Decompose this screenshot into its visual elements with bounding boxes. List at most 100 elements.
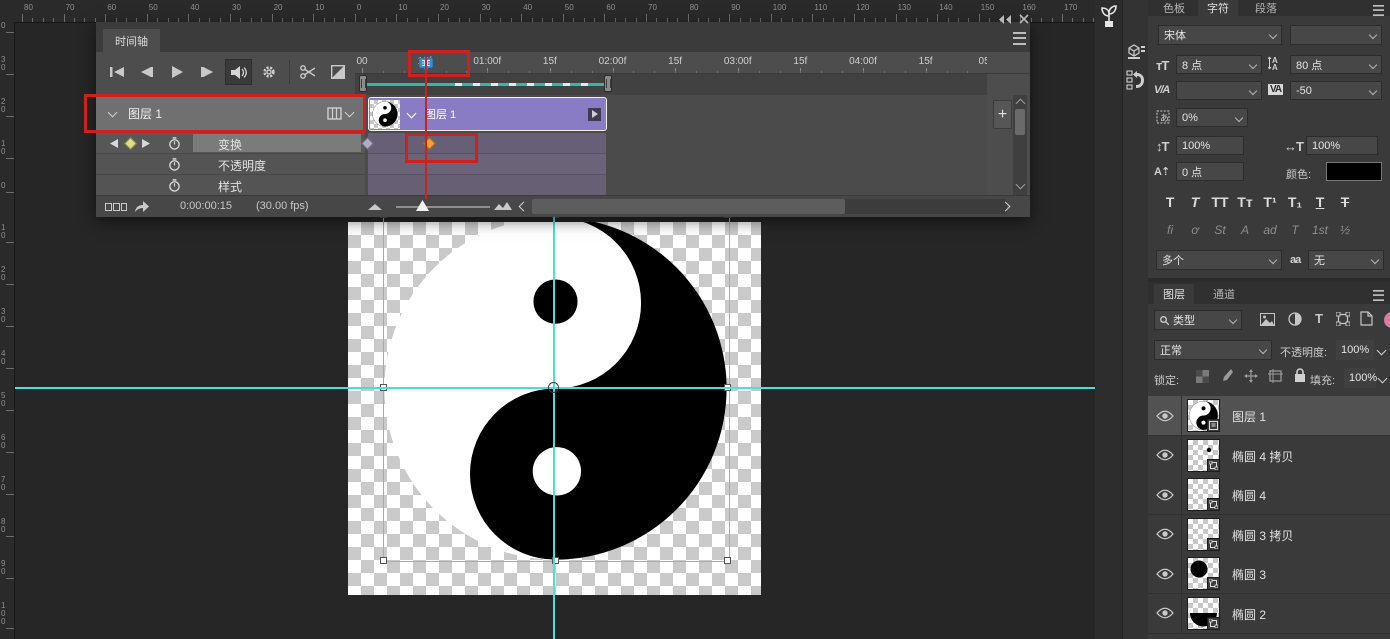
opentype-button[interactable]: T bbox=[1283, 220, 1307, 240]
tab-paragraph[interactable]: 段落 bbox=[1246, 0, 1286, 16]
split-at-playhead-scissors-icon[interactable] bbox=[295, 60, 321, 84]
anti-alias-select[interactable]: 无 bbox=[1308, 250, 1384, 270]
layer-visibility-eye-icon[interactable] bbox=[1148, 515, 1182, 554]
fill-field[interactable]: 100% bbox=[1344, 368, 1376, 388]
go-to-first-frame-button[interactable] bbox=[104, 60, 130, 84]
property-row-opacity-header[interactable]: 不透明度 bbox=[96, 154, 365, 175]
layer-visibility-eye-icon[interactable] bbox=[1148, 475, 1182, 514]
filter-smart-objects-icon[interactable] bbox=[1360, 311, 1373, 326]
layer-row[interactable]: 椭圆 2 bbox=[1148, 594, 1390, 634]
bbox-handle-bottom-left[interactable] bbox=[380, 557, 387, 564]
layer-thumbnail[interactable] bbox=[1187, 557, 1220, 590]
next-keyframe-arrow-icon[interactable] bbox=[142, 139, 150, 148]
stopwatch-icon-transform[interactable] bbox=[168, 137, 181, 150]
opentype-button[interactable]: St bbox=[1208, 220, 1232, 240]
tab-layers[interactable]: 图层 bbox=[1154, 284, 1194, 304]
opentype-button[interactable]: 1st bbox=[1308, 220, 1332, 240]
mute-audio-button[interactable] bbox=[225, 59, 252, 85]
play-button[interactable] bbox=[164, 60, 190, 84]
previous-keyframe-arrow-icon[interactable] bbox=[110, 139, 118, 148]
lock-all-icon[interactable] bbox=[1294, 368, 1306, 382]
clip-expand-chevron-icon[interactable] bbox=[407, 108, 417, 118]
filter-shape-layers-icon[interactable] bbox=[1336, 312, 1350, 326]
tab-character[interactable]: 字符 bbox=[1198, 0, 1238, 16]
vscroll-up-chevron-icon[interactable] bbox=[1016, 99, 1026, 109]
opacity-chevron-icon[interactable] bbox=[1377, 346, 1387, 356]
previous-frame-button[interactable] bbox=[134, 60, 160, 84]
render-export-arrow-icon[interactable] bbox=[134, 200, 150, 213]
next-frame-button[interactable] bbox=[194, 60, 220, 84]
timeline-hscrollbar-track[interactable] bbox=[532, 199, 1007, 214]
lock-position-icon[interactable] bbox=[1244, 369, 1258, 383]
work-area-end-handle[interactable] bbox=[604, 75, 612, 92]
timeline-settings-gear-icon[interactable] bbox=[256, 60, 282, 84]
layer-visibility-eye-icon[interactable] bbox=[1148, 436, 1182, 475]
style-button-sup[interactable]: T¹ bbox=[1258, 192, 1282, 212]
property-row-style-header[interactable]: 样式 bbox=[96, 175, 365, 196]
property-row-transform-header[interactable]: 变换 bbox=[96, 133, 365, 154]
keyframe-navigator-diamond-icon[interactable] bbox=[124, 137, 137, 150]
tab-timeline[interactable]: 时间轴 bbox=[103, 29, 160, 52]
stopwatch-icon-opacity[interactable] bbox=[168, 158, 181, 171]
layer-filter-type-select[interactable]: 类型 bbox=[1154, 310, 1242, 330]
opentype-button[interactable]: fi bbox=[1158, 220, 1182, 240]
timeline-panel-menu-icon[interactable] bbox=[1013, 32, 1026, 45]
tool-icon[interactable] bbox=[1100, 4, 1118, 28]
font-style-select[interactable] bbox=[1290, 25, 1382, 45]
layer-row[interactable]: 椭圆 3 bbox=[1148, 554, 1390, 594]
collapsed-history-panel-icon[interactable] bbox=[1126, 70, 1146, 90]
zoom-in-mountain-icon[interactable] bbox=[494, 202, 512, 210]
timeline-zoom-slider-thumb[interactable] bbox=[416, 200, 429, 211]
filter-toggle-switch[interactable] bbox=[1384, 312, 1390, 328]
filter-adjustment-layers-icon[interactable] bbox=[1288, 312, 1302, 326]
timeline-zoom-slider-track[interactable] bbox=[396, 206, 490, 208]
convert-to-frame-animation-icon[interactable] bbox=[105, 203, 127, 211]
leading-select[interactable]: 80 点 bbox=[1290, 55, 1382, 74]
stopwatch-icon-style[interactable] bbox=[168, 179, 181, 192]
font-family-select[interactable]: 宋体 bbox=[1158, 25, 1282, 45]
scroll-left-chevron-icon[interactable] bbox=[519, 202, 529, 212]
fill-chevron-icon[interactable] bbox=[1378, 374, 1388, 384]
layer-row[interactable]: 椭圆 4 bbox=[1148, 475, 1390, 515]
layer-thumbnail[interactable] bbox=[1187, 399, 1220, 432]
vscroll-down-chevron-icon[interactable] bbox=[1016, 180, 1026, 190]
zoom-out-mountain-icon[interactable] bbox=[368, 204, 382, 210]
timeline-vscrollbar[interactable] bbox=[1013, 95, 1027, 195]
bbox-handle-bottom-right[interactable] bbox=[724, 557, 731, 564]
layer-row[interactable]: 椭圆 3 拷贝 bbox=[1148, 515, 1390, 555]
layer-visibility-eye-icon[interactable] bbox=[1148, 554, 1182, 593]
lock-transparency-icon[interactable] bbox=[1196, 370, 1209, 383]
layer-visibility-eye-icon[interactable] bbox=[1148, 396, 1182, 435]
character-panel-menu-icon[interactable] bbox=[1373, 5, 1384, 16]
opentype-button[interactable]: A bbox=[1233, 220, 1257, 240]
filter-type-layers-icon[interactable]: T bbox=[1315, 311, 1323, 326]
style-button-caps[interactable]: TT bbox=[1208, 192, 1232, 212]
transition-button[interactable] bbox=[325, 60, 351, 84]
tracking-select[interactable]: -50 bbox=[1290, 81, 1382, 100]
layer-thumbnail[interactable] bbox=[1187, 518, 1220, 551]
vertical-scale-field[interactable]: 100% bbox=[1176, 136, 1244, 155]
style-button-sub[interactable]: T₁ bbox=[1283, 192, 1307, 212]
timeline-clip-layer1[interactable]: 图层 1 bbox=[368, 97, 607, 131]
layer-thumbnail[interactable] bbox=[1187, 478, 1220, 511]
clip-tween-button[interactable] bbox=[588, 108, 601, 121]
style-button-strike[interactable]: T bbox=[1333, 192, 1357, 212]
vertical-guide[interactable] bbox=[553, 209, 555, 639]
layers-panel-menu-icon[interactable] bbox=[1373, 290, 1384, 301]
horizontal-scale-field[interactable]: 100% bbox=[1306, 136, 1378, 155]
opentype-button[interactable]: ad bbox=[1258, 220, 1282, 240]
filter-pixel-layers-icon[interactable] bbox=[1260, 313, 1275, 326]
left-ruler[interactable]: 4 03 02 01 001 02 03 04 05 06 07 08 09 0… bbox=[0, 22, 15, 639]
text-color-swatch[interactable] bbox=[1326, 162, 1382, 181]
baseline-shift-field[interactable]: 0 点 bbox=[1176, 162, 1244, 181]
lock-artboard-icon[interactable] bbox=[1268, 369, 1283, 383]
style-button-smallcaps[interactable]: Tᴛ bbox=[1233, 192, 1257, 212]
work-area-start-handle[interactable] bbox=[359, 75, 367, 92]
language-select[interactable]: 多个 bbox=[1156, 250, 1282, 270]
opentype-button[interactable]: ơ bbox=[1183, 220, 1207, 240]
layer-thumbnail[interactable] bbox=[1187, 439, 1220, 472]
layer-row[interactable]: 图层 1 bbox=[1148, 396, 1390, 436]
kerning-select[interactable] bbox=[1176, 81, 1262, 100]
style-button-bold[interactable]: T bbox=[1158, 192, 1182, 212]
proportional-spacing-select[interactable]: 0% bbox=[1176, 108, 1248, 127]
